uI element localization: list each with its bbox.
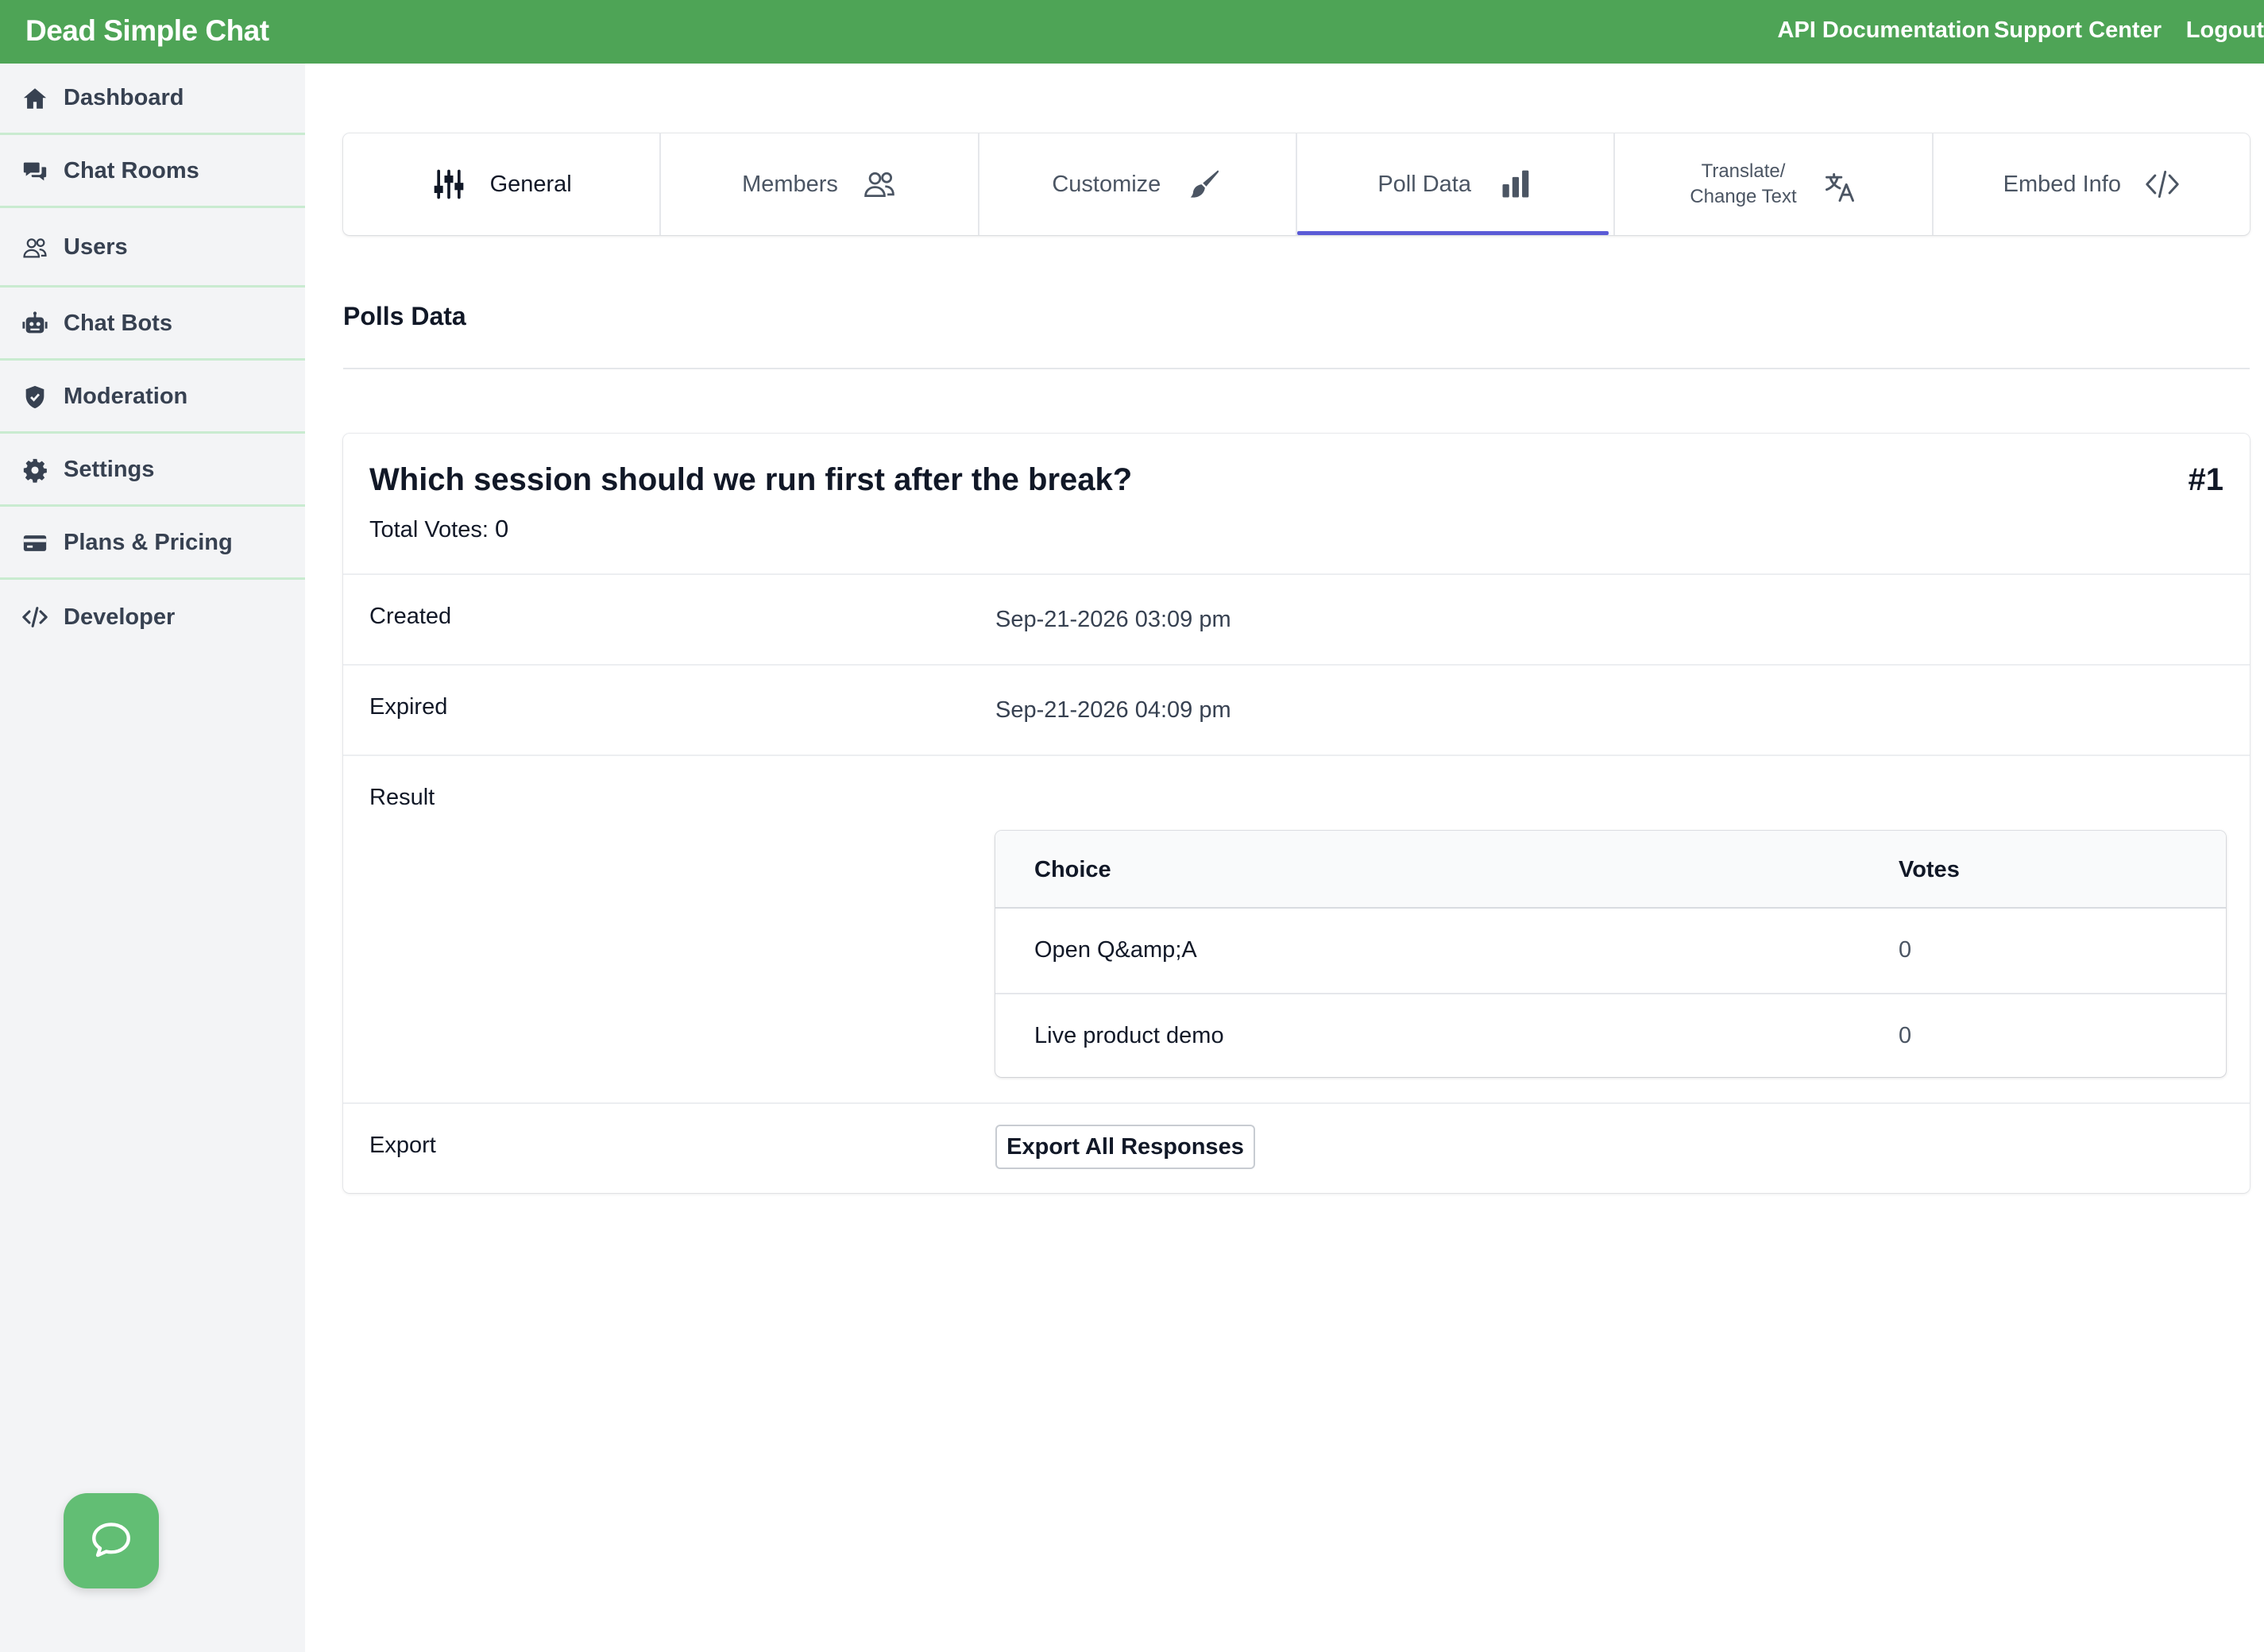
total-votes: Total Votes: 0 bbox=[369, 515, 508, 543]
divider bbox=[343, 755, 2250, 756]
tab-customize[interactable]: Customize bbox=[979, 133, 1297, 235]
tab-general-label: General bbox=[489, 171, 572, 197]
logout-link[interactable]: Logout bbox=[2186, 17, 2264, 44]
tab-translate-line1: Translate/ bbox=[1701, 160, 1786, 182]
sidebar-item-settings[interactable]: Settings bbox=[0, 435, 305, 507]
paintbrush-icon bbox=[1188, 167, 1223, 202]
table-header: Choice Votes bbox=[995, 831, 2226, 909]
sidebar-item-label: Plans & Pricing bbox=[64, 530, 233, 555]
poll-card: Which session should we run first after … bbox=[343, 434, 2250, 1193]
sidebar-item-plans-pricing[interactable]: Plans & Pricing bbox=[0, 508, 305, 580]
divider bbox=[343, 1102, 2250, 1104]
divider bbox=[343, 368, 2250, 369]
support-center-link[interactable]: Support Center bbox=[1994, 17, 2162, 44]
sidebar-item-label: Users bbox=[64, 234, 128, 260]
page-title: Polls Data bbox=[343, 302, 466, 330]
sidebar: Dashboard Chat Rooms Users Chat Bots Mod… bbox=[0, 64, 305, 1652]
tab-translate-line2: Change Text bbox=[1690, 186, 1797, 207]
sidebar-item-label: Chat Bots bbox=[64, 311, 172, 336]
table-row: Live product demo 0 bbox=[995, 993, 2226, 1077]
divider bbox=[343, 664, 2250, 666]
sidebar-item-label: Moderation bbox=[64, 384, 188, 409]
result-label: Result bbox=[369, 785, 435, 810]
sidebar-item-label: Settings bbox=[64, 457, 155, 482]
translate-icon bbox=[1822, 170, 1857, 205]
sidebar-item-users[interactable]: Users bbox=[0, 210, 305, 288]
sidebar-item-label: Chat Rooms bbox=[64, 158, 199, 183]
chat-bubbles-icon bbox=[21, 157, 49, 186]
sidebar-item-dashboard[interactable]: Dashboard bbox=[0, 64, 305, 135]
code-icon bbox=[2145, 167, 2180, 202]
settings-tabs: General Members Customize Poll Data Tran… bbox=[343, 133, 2250, 235]
choice-cell: Live product demo bbox=[1034, 1023, 1224, 1048]
users-icon bbox=[862, 167, 897, 202]
sidebar-item-label: Developer bbox=[64, 604, 176, 630]
users-icon bbox=[21, 234, 49, 262]
choice-cell: Open Q&amp;A bbox=[1034, 937, 1197, 963]
created-label: Created bbox=[369, 604, 452, 629]
poll-number: #1 bbox=[2188, 462, 2224, 497]
tab-embed-label: Embed Info bbox=[2003, 171, 2121, 197]
total-votes-value: 0 bbox=[495, 515, 509, 542]
tab-poll-data-label: Poll Data bbox=[1377, 171, 1471, 197]
sidebar-item-label: Dashboard bbox=[64, 85, 184, 110]
created-value: Sep-21-2026 03:09 pm bbox=[995, 607, 1231, 632]
chat-bubble-icon bbox=[92, 1523, 130, 1557]
home-icon bbox=[21, 84, 49, 113]
votes-cell: 0 bbox=[1899, 937, 1912, 963]
results-table: Choice Votes Open Q&amp;A 0 Live product… bbox=[995, 831, 2226, 1077]
column-header-votes: Votes bbox=[1899, 857, 1960, 882]
sidebar-item-chat-bots[interactable]: Chat Bots bbox=[0, 289, 305, 361]
tab-general[interactable]: General bbox=[343, 133, 662, 235]
expired-label: Expired bbox=[369, 694, 448, 720]
bar-chart-icon bbox=[1498, 167, 1533, 202]
api-documentation-link[interactable]: API Documentation bbox=[1778, 17, 1990, 44]
tab-translate[interactable]: Translate/ Change Text bbox=[1615, 133, 1934, 235]
table-row: Open Q&amp;A 0 bbox=[995, 909, 2226, 993]
expired-value: Sep-21-2026 04:09 pm bbox=[995, 697, 1231, 723]
tab-translate-label: Translate/ Change Text bbox=[1690, 159, 1796, 210]
credit-card-icon bbox=[21, 529, 49, 558]
export-all-responses-button[interactable]: Export All Responses bbox=[995, 1125, 1255, 1169]
poll-question: Which session should we run first after … bbox=[369, 462, 1133, 497]
divider bbox=[343, 573, 2250, 575]
tab-poll-data[interactable]: Poll Data bbox=[1296, 133, 1616, 235]
tab-customize-label: Customize bbox=[1052, 171, 1161, 197]
top-bar: Dead Simple Chat API Documentation Suppo… bbox=[0, 0, 2264, 64]
help-chat-button[interactable] bbox=[64, 1493, 159, 1588]
tab-members[interactable]: Members bbox=[661, 133, 979, 235]
brand-logo[interactable]: Dead Simple Chat bbox=[25, 14, 269, 48]
sidebar-item-developer[interactable]: Developer bbox=[0, 581, 305, 653]
gear-icon bbox=[21, 456, 49, 484]
column-header-choice: Choice bbox=[1034, 857, 1111, 882]
code-icon bbox=[21, 603, 49, 631]
tab-embed-info[interactable]: Embed Info bbox=[1934, 133, 2250, 235]
shield-check-icon bbox=[21, 383, 49, 411]
sliders-icon bbox=[431, 167, 466, 202]
total-votes-label: Total Votes: bbox=[369, 517, 489, 542]
sidebar-item-moderation[interactable]: Moderation bbox=[0, 362, 305, 434]
votes-cell: 0 bbox=[1899, 1023, 1912, 1048]
tab-members-label: Members bbox=[742, 171, 838, 197]
robot-icon bbox=[21, 310, 49, 338]
export-label: Export bbox=[369, 1133, 436, 1158]
sidebar-item-chat-rooms[interactable]: Chat Rooms bbox=[0, 137, 305, 208]
